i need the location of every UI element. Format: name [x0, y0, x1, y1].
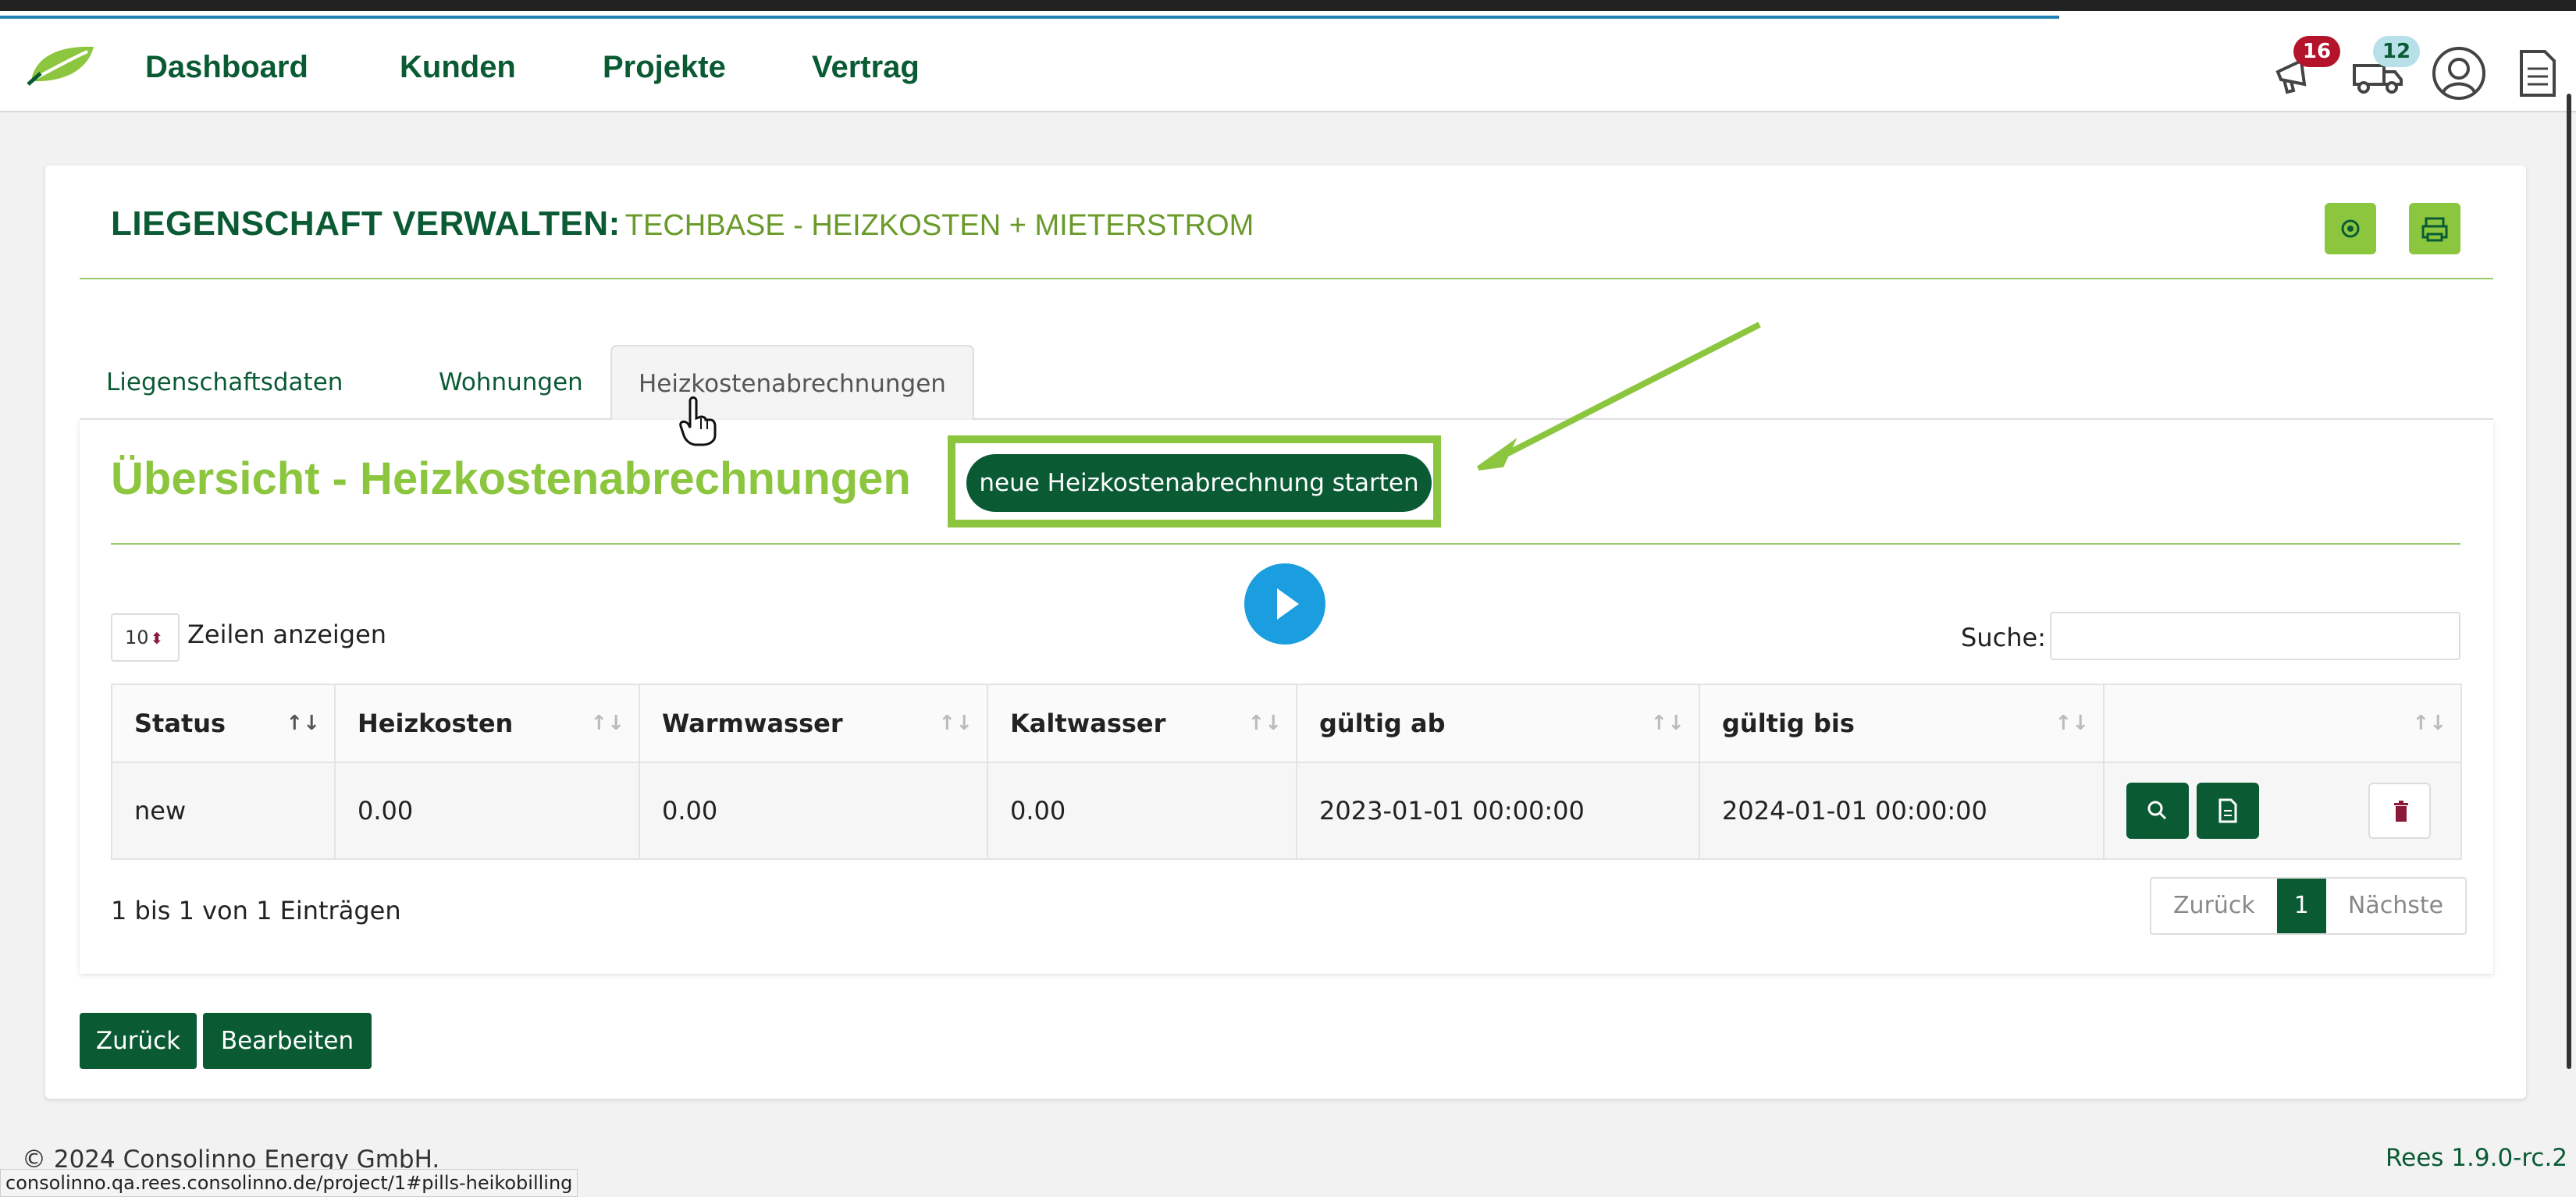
sort-icon: ↑↓ [1650, 712, 1685, 735]
nav-vertrag[interactable]: Vertrag [812, 50, 920, 85]
annotation-arrow-icon [1477, 321, 1761, 471]
document-icon [2520, 50, 2556, 97]
user-circle-icon [2432, 47, 2485, 100]
top-navbar: Dashboard Kunden Projekte Vertrag 16 12 [0, 19, 2576, 112]
back-button[interactable]: Zurück [80, 1013, 197, 1069]
print-icon [2421, 217, 2448, 242]
pagination: Zurück 1 Nächste [2150, 877, 2467, 935]
section-divider [111, 543, 2460, 545]
billing-table: Status ↑↓ Heizkosten ↑↓ Warmwasser ↑↓ Kaltw… [111, 684, 2462, 860]
video-play-button[interactable] [1244, 563, 1325, 645]
play-icon [1277, 588, 1299, 620]
section-title: Übersicht - Heizkostenabrechnungen [111, 453, 911, 504]
trash-icon [2394, 801, 2408, 822]
cell-heizkosten: 0.00 [334, 762, 640, 860]
search-label: Suche: [1961, 623, 2046, 652]
sort-icon: ↑↓ [590, 712, 624, 735]
col-gueltig-ab[interactable]: gültig ab ↑↓ [1296, 684, 1700, 763]
browser-status-url: consolinno.qa.rees.consolinno.de/project… [0, 1169, 578, 1197]
col-actions[interactable]: ↑↓ [2103, 684, 2462, 763]
hand-cursor-icon [679, 396, 717, 446]
sort-icon: ↑↓ [2055, 712, 2089, 735]
settings-button[interactable] [2325, 203, 2376, 254]
file-icon [2218, 798, 2237, 823]
table-row: new 0.00 0.00 0.00 2023-01-01 00:00:00 2… [111, 762, 2462, 860]
nav-kunden[interactable]: Kunden [400, 50, 516, 85]
sort-icon: ↑↓ [286, 712, 320, 735]
cell-status: new [111, 762, 336, 860]
tab-bar [0, 0, 2576, 11]
cell-actions [2103, 762, 2462, 860]
delete-button[interactable] [2368, 783, 2431, 839]
col-warmwasser[interactable]: Warmwasser ↑↓ [639, 684, 988, 763]
table-header-row: Status ↑↓ Heizkosten ↑↓ Warmwasser ↑↓ Kaltw… [111, 684, 2462, 763]
tab-heizkostenabrechnungen[interactable]: Heizkostenabrechnungen [610, 345, 974, 420]
view-button[interactable] [2126, 783, 2189, 839]
col-status[interactable]: Status ↑↓ [111, 684, 336, 763]
edit-button[interactable]: Bearbeiten [203, 1013, 372, 1069]
nav-projekte[interactable]: Projekte [603, 50, 726, 85]
nav-dashboard[interactable]: Dashboard [145, 50, 308, 85]
documents-button[interactable] [2514, 45, 2570, 101]
notifications-count-badge: 16 [2293, 36, 2340, 67]
tab-liegenschaftsdaten[interactable]: Liegenschaftsdaten [80, 345, 369, 420]
footer-version: Rees 1.9.0-rc.2 [2386, 1144, 2568, 1172]
leaf-logo-icon[interactable] [27, 42, 98, 86]
rows-per-page-select[interactable]: 10 ⬍ [111, 613, 180, 662]
rows-per-page-label: Zeilen anzeigen [187, 620, 387, 649]
user-menu-button[interactable] [2431, 45, 2487, 101]
tab-bar: Liegenschaftsdaten Wohnungen Heizkostena… [80, 345, 2493, 420]
page-title-sub: TECHBASE - HEIZKOSTEN + MIETERSTROM [624, 209, 1254, 242]
sort-icon: ↑↓ [2412, 712, 2446, 735]
tab-wohnungen[interactable]: Wohnungen [412, 345, 610, 420]
rows-per-page-value: 10 [125, 627, 149, 648]
page-title-strong: LIEGENSCHAFT VERWALTEN: [111, 204, 621, 243]
search-icon [2147, 801, 2167, 820]
page-scrollbar[interactable] [2567, 94, 2571, 1069]
deliveries-button[interactable]: 12 [2350, 36, 2420, 101]
cell-kaltwasser: 0.00 [987, 762, 1297, 860]
print-button[interactable] [2409, 203, 2460, 254]
sort-icon: ↑↓ [1247, 712, 1282, 735]
new-billing-button[interactable]: neue Heizkostenabrechnung starten [966, 454, 1432, 512]
search-input[interactable] [2050, 612, 2460, 660]
col-heizkosten[interactable]: Heizkosten ↑↓ [334, 684, 640, 763]
select-arrows-icon: ⬍ [150, 629, 164, 648]
cell-gueltig-ab: 2023-01-01 00:00:00 [1296, 762, 1700, 860]
col-gueltig-bis[interactable]: gültig bis ↑↓ [1699, 684, 2105, 763]
deliveries-count-badge: 12 [2373, 36, 2420, 67]
pagination-prev[interactable]: Zurück [2151, 879, 2277, 933]
pagination-page[interactable]: 1 [2276, 879, 2326, 933]
gear-icon [2341, 219, 2360, 238]
cell-warmwasser: 0.00 [639, 762, 988, 860]
col-kaltwasser[interactable]: Kaltwasser ↑↓ [987, 684, 1297, 763]
table-info: 1 bis 1 von 1 Einträgen [111, 896, 401, 925]
title-divider [80, 278, 2493, 279]
notifications-button[interactable]: 16 [2270, 36, 2340, 101]
page-title: LIEGENSCHAFT VERWALTEN: TECHBASE - HEIZKO… [111, 204, 1254, 243]
pagination-next[interactable]: Nächste [2326, 879, 2465, 933]
cell-gueltig-bis: 2024-01-01 00:00:00 [1699, 762, 2105, 860]
browser-top-strip [0, 0, 2576, 19]
document-button[interactable] [2197, 783, 2259, 839]
sort-icon: ↑↓ [938, 712, 973, 735]
